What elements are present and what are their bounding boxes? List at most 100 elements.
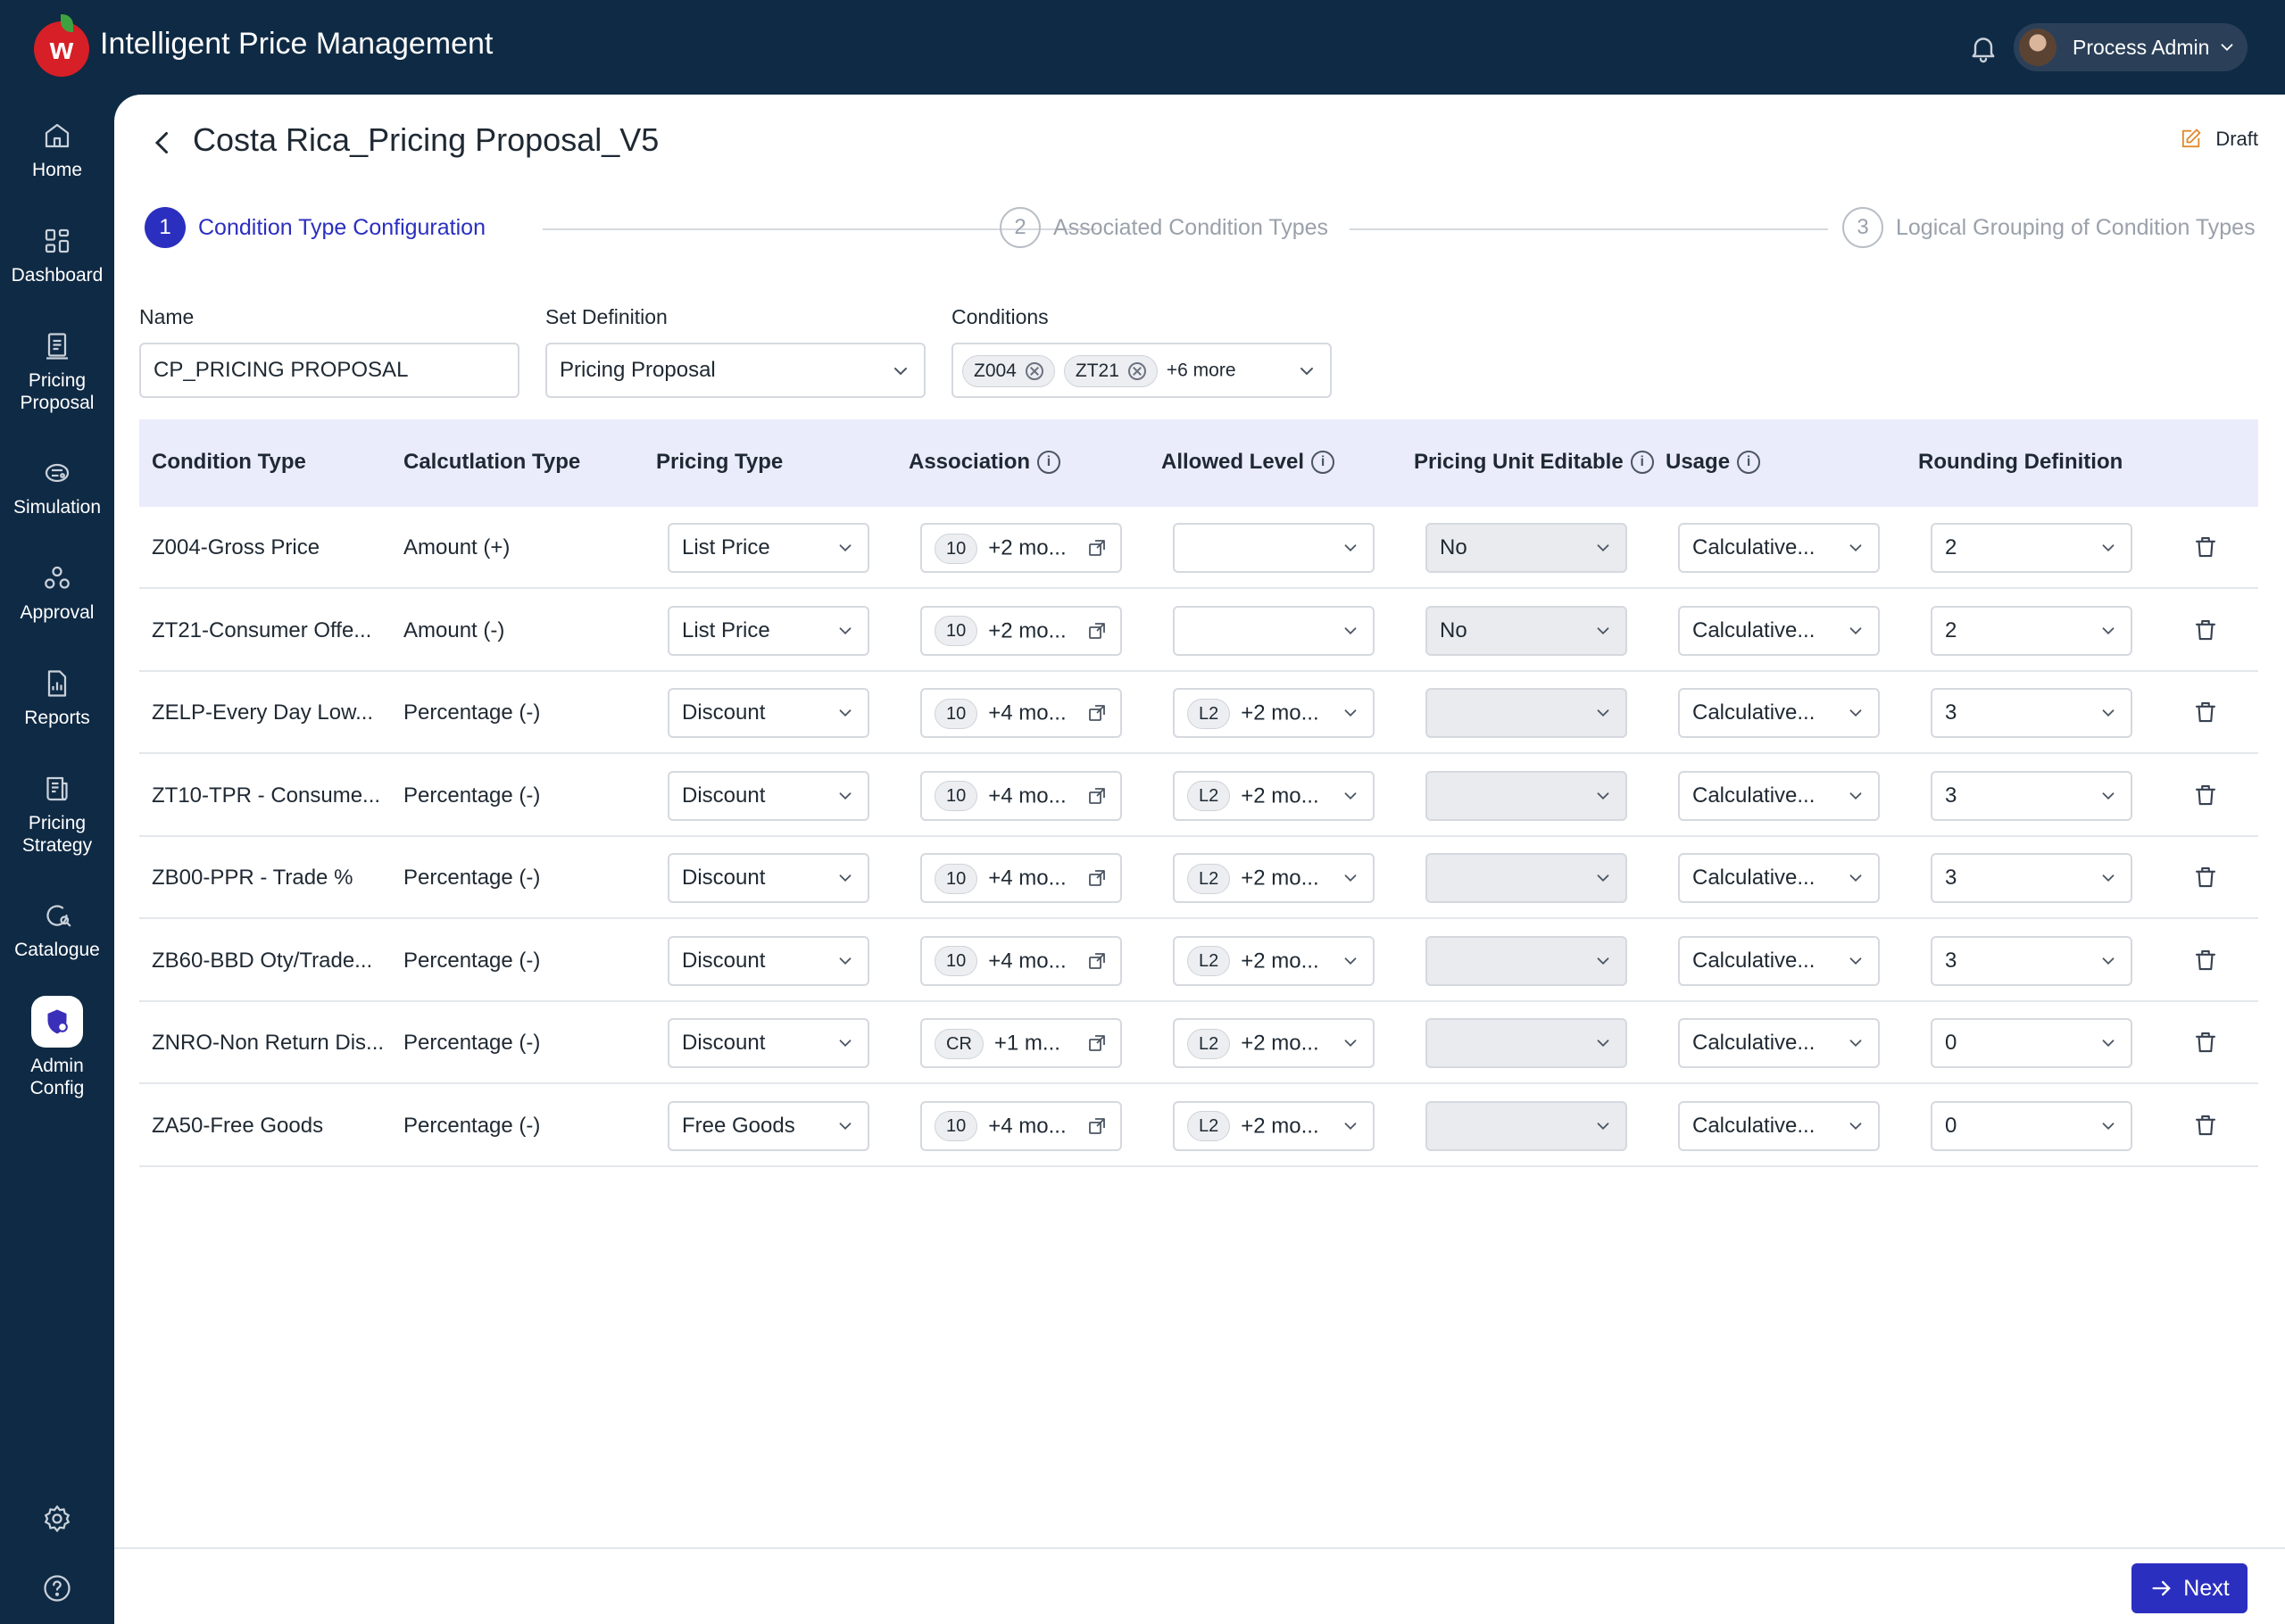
delete-row-button[interactable]	[2192, 617, 2219, 643]
external-link-icon[interactable]	[1086, 702, 1108, 724]
sidebar-item-admin-config[interactable]: Admin Config	[0, 996, 114, 1099]
back-arrow-icon[interactable]	[146, 127, 179, 159]
association-select[interactable]: 10 +2 mo...	[920, 605, 1122, 656]
sidebar-item-pricing-proposal[interactable]: Pricing Proposal	[0, 330, 114, 414]
delete-row-button[interactable]	[2192, 947, 2219, 974]
step-condition-type-configuration[interactable]: 1 Condition Type Configuration	[145, 207, 486, 248]
delete-row-button[interactable]	[2192, 699, 2219, 725]
table-row: ZNRO-Non Return Dis... Percentage (-) Disc…	[139, 1002, 2258, 1084]
usage-select[interactable]: Calculative...	[1678, 523, 1880, 573]
rounding-select[interactable]: 0	[1931, 1018, 2132, 1068]
conditions-more[interactable]: +6 more	[1167, 360, 1236, 381]
usage-select[interactable]: Calculative...	[1678, 853, 1880, 903]
pricing-type-select[interactable]: Discount	[668, 853, 869, 903]
step-associated-condition-types[interactable]: 2 Associated Condition Types	[1000, 207, 1328, 248]
bell-icon[interactable]	[1967, 32, 1999, 64]
set-definition-select[interactable]: Pricing Proposal	[545, 343, 926, 398]
step-logical-grouping[interactable]: 3 Logical Grouping of Condition Types	[1842, 207, 2256, 248]
sidebar-item-simulation[interactable]: Simulation	[0, 457, 114, 518]
rounding-select[interactable]: 3	[1931, 688, 2132, 738]
pricing-unit-editable-select[interactable]: No	[1425, 605, 1627, 656]
condition-chip[interactable]: ZT21	[1063, 354, 1158, 387]
association-select[interactable]: 10 +4 mo...	[920, 935, 1122, 986]
external-link-icon[interactable]	[1086, 620, 1108, 642]
external-link-icon[interactable]	[1086, 1115, 1108, 1137]
rounding-select[interactable]: 2	[1931, 605, 2132, 656]
rounding-select[interactable]: 2	[1931, 523, 2132, 573]
pricing-type-select[interactable]: List Price	[668, 605, 869, 656]
association-select[interactable]: 10 +4 mo...	[920, 853, 1122, 903]
info-icon[interactable]: i	[1630, 451, 1654, 474]
info-icon[interactable]: i	[1037, 451, 1061, 474]
allowed-level-select[interactable]: L2 +2 mo...	[1173, 1100, 1375, 1151]
association-select[interactable]: 10 +4 mo...	[920, 770, 1122, 821]
sidebar-item-approval[interactable]: Approval	[0, 562, 114, 624]
external-link-icon[interactable]	[1086, 785, 1108, 807]
rounding-select[interactable]: 0	[1931, 1100, 2132, 1151]
pricing-type-select[interactable]: List Price	[668, 523, 869, 573]
pricing-type-select[interactable]: Discount	[668, 935, 869, 986]
info-icon[interactable]: i	[1737, 451, 1761, 474]
allowed-level-select[interactable]: L2 +2 mo...	[1173, 770, 1375, 821]
delete-row-button[interactable]	[2192, 864, 2219, 891]
next-button[interactable]: Next	[2131, 1563, 2248, 1613]
usage-select[interactable]: Calculative...	[1678, 935, 1880, 986]
usage-select[interactable]: Calculative...	[1678, 688, 1880, 738]
pricing-unit-editable-select[interactable]	[1425, 688, 1627, 738]
chevron-down-icon	[1300, 368, 1313, 376]
pricing-unit-editable-select[interactable]: No	[1425, 523, 1627, 573]
external-link-icon[interactable]	[1086, 867, 1108, 889]
usage-select[interactable]: Calculative...	[1678, 1018, 1880, 1068]
close-icon[interactable]	[1127, 361, 1146, 380]
external-link-icon[interactable]	[1086, 950, 1108, 972]
allowed-level-select[interactable]: L2 +2 mo...	[1173, 935, 1375, 986]
pricing-type-select[interactable]: Discount	[668, 688, 869, 738]
pricing-unit-editable-select[interactable]	[1425, 770, 1627, 821]
allowed-level-select[interactable]: L2 +2 mo...	[1173, 688, 1375, 738]
allowed-level-select[interactable]: L2 +2 mo...	[1173, 853, 1375, 903]
rounding-select[interactable]: 3	[1931, 853, 2132, 903]
association-select[interactable]: CR +1 m...	[920, 1018, 1122, 1068]
external-link-icon[interactable]	[1086, 1032, 1108, 1054]
delete-row-button[interactable]	[2192, 534, 2219, 560]
association-select[interactable]: 10 +4 mo...	[920, 688, 1122, 738]
col-pricing-type: Pricing Type	[656, 450, 783, 475]
association-select[interactable]: 10 +4 mo...	[920, 1100, 1122, 1151]
pricing-unit-editable-select[interactable]	[1425, 1100, 1627, 1151]
allowed-level-select[interactable]	[1173, 605, 1375, 656]
pricing-type-select[interactable]: Discount	[668, 1018, 869, 1068]
pricing-unit-editable-select[interactable]	[1425, 935, 1627, 986]
sidebar-item-home[interactable]: Home	[0, 120, 114, 181]
delete-row-button[interactable]	[2192, 1112, 2219, 1139]
user-menu[interactable]: Process Admin	[2014, 23, 2248, 71]
pricing-unit-editable-select[interactable]	[1425, 853, 1627, 903]
close-icon[interactable]	[1025, 361, 1043, 380]
pricing-type-select[interactable]: Discount	[668, 770, 869, 821]
delete-row-button[interactable]	[2192, 1029, 2219, 1056]
strategy-icon	[46, 776, 68, 801]
name-field[interactable]: CP_PRICING PROPOSAL	[139, 343, 519, 398]
level-chip: L2	[1187, 863, 1231, 894]
usage-select[interactable]: Calculative...	[1678, 605, 1880, 656]
app-logo[interactable]: w	[34, 14, 89, 77]
rounding-select[interactable]: 3	[1931, 770, 2132, 821]
allowed-level-select[interactable]: L2 +2 mo...	[1173, 1018, 1375, 1068]
sidebar-item-reports[interactable]: Reports	[0, 667, 114, 729]
sidebar-item-catalogue[interactable]: Catalogue	[0, 899, 114, 961]
usage-select[interactable]: Calculative...	[1678, 1100, 1880, 1151]
info-icon[interactable]: i	[1311, 451, 1335, 474]
delete-row-button[interactable]	[2192, 782, 2219, 808]
conditions-select[interactable]: Z004 ZT21 +6 more	[951, 343, 1332, 398]
allowed-level-select[interactable]	[1173, 523, 1375, 573]
sidebar-item-dashboard[interactable]: Dashboard	[0, 225, 114, 286]
settings-icon[interactable]	[41, 1503, 73, 1535]
external-link-icon[interactable]	[1086, 537, 1108, 559]
sidebar-item-pricing-strategy[interactable]: Pricing Strategy	[0, 773, 114, 857]
association-select[interactable]: 10 +2 mo...	[920, 523, 1122, 573]
rounding-select[interactable]: 3	[1931, 935, 2132, 986]
pricing-unit-editable-select[interactable]	[1425, 1018, 1627, 1068]
pricing-type-select[interactable]: Free Goods	[668, 1100, 869, 1151]
help-icon[interactable]	[41, 1572, 73, 1604]
condition-chip[interactable]: Z004	[962, 354, 1055, 387]
usage-select[interactable]: Calculative...	[1678, 770, 1880, 821]
